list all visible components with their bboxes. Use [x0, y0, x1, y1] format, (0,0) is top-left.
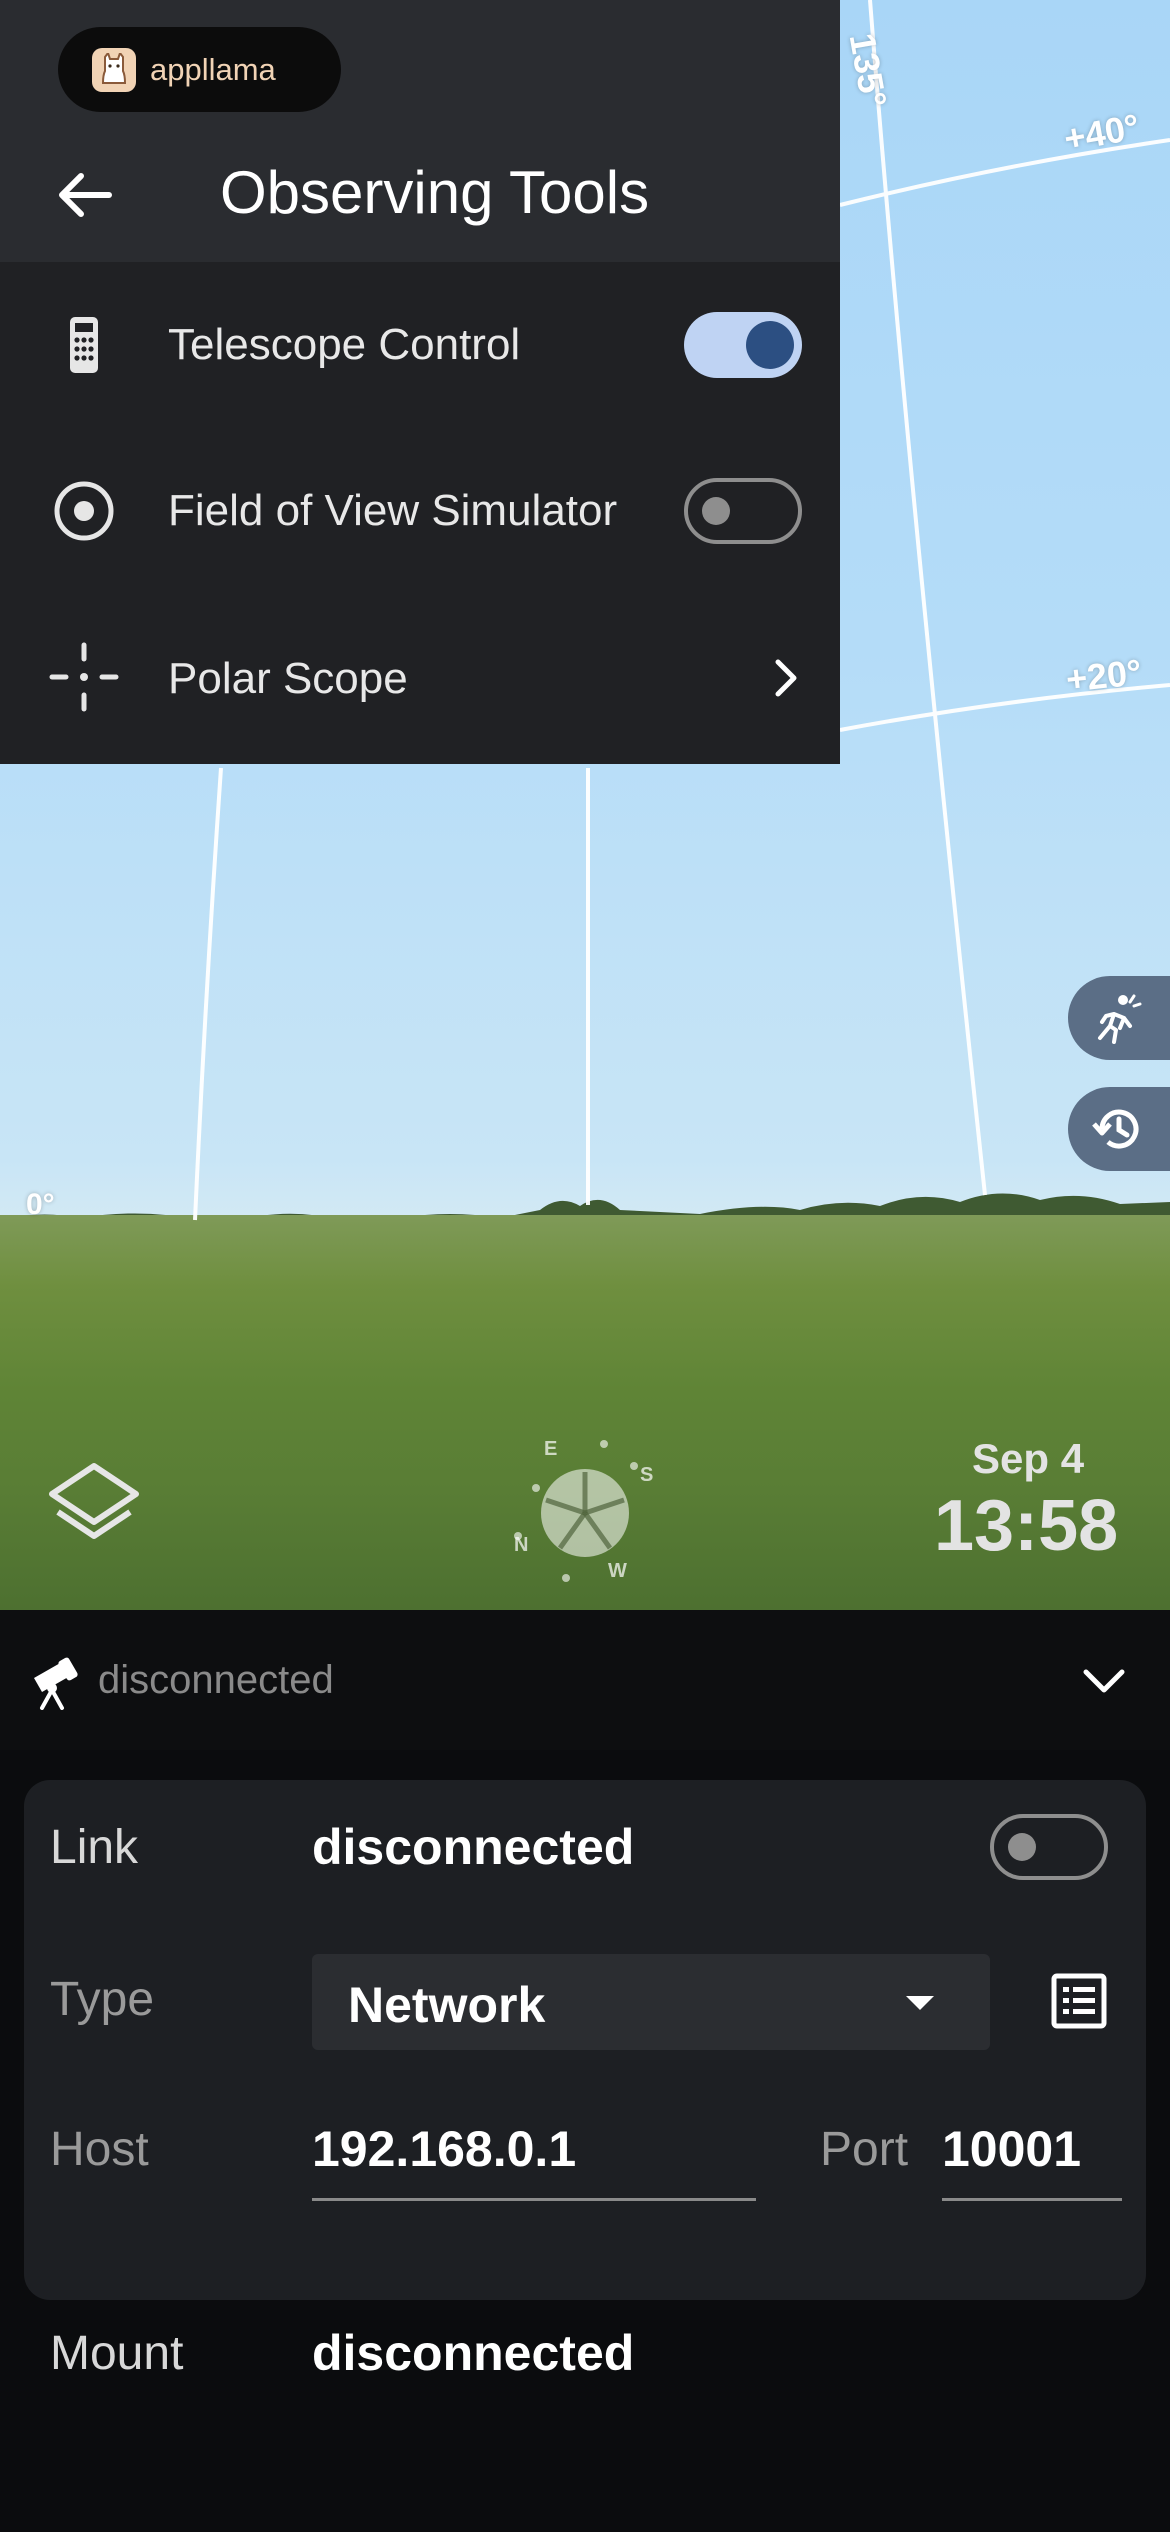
link-toggle[interactable] — [990, 1814, 1108, 1880]
type-label: Type — [50, 1973, 155, 2026]
arrow-left-icon — [59, 173, 112, 217]
history-icon — [1092, 1109, 1139, 1149]
compass-n: N — [514, 1534, 529, 1556]
connection-status: disconnected — [98, 1658, 334, 1702]
compass-icon — [514, 1440, 638, 1582]
telescope-control-toggle[interactable] — [684, 312, 802, 378]
host-value: 192.168.0.1 — [312, 2121, 577, 2177]
telescope-connection-panel: disconnected Link disconnected Type Netw… — [0, 1610, 1170, 2532]
list-icon[interactable] — [1050, 1972, 1108, 2030]
link-value: disconnected — [312, 1819, 635, 1875]
tool-item-fov-simulator[interactable]: Field of View Simulator — [0, 428, 840, 594]
tool-item-polar-scope[interactable]: Polar Scope — [0, 596, 840, 762]
compass[interactable]: N E S W — [500, 1428, 680, 1588]
host-label: Host — [50, 2123, 149, 2176]
host-field[interactable]: 192.168.0.1 — [312, 2100, 756, 2204]
crosshair-icon — [48, 641, 120, 713]
mount-label: Mount — [50, 2327, 184, 2380]
layers-button[interactable] — [44, 1458, 144, 1558]
observing-tools-panel: appllama Observing Tools Telescope Contr… — [0, 0, 840, 764]
running-figure-icon — [1098, 994, 1142, 1044]
link-label: Link — [50, 1821, 139, 1874]
chevron-down-icon[interactable] — [1082, 1666, 1126, 1696]
type-value: Network — [348, 1977, 546, 2033]
tool-item-label: Telescope Control — [168, 320, 521, 369]
brand-logo: appllama — [58, 27, 341, 112]
tool-item-telescope-control[interactable]: Telescope Control — [0, 262, 840, 428]
fov-simulator-toggle[interactable] — [684, 478, 802, 544]
page-title: Observing Tools — [220, 159, 650, 226]
history-button[interactable] — [1068, 1087, 1170, 1171]
tool-item-label: Field of View Simulator — [168, 486, 618, 535]
altitude-label-20: +20° — [1064, 651, 1144, 700]
type-select[interactable]: Network — [312, 1954, 990, 2050]
compass-s: S — [640, 1464, 654, 1486]
time-travel-button[interactable] — [1068, 976, 1170, 1060]
tool-item-label: Polar Scope — [168, 654, 408, 703]
brand-name: appllama — [150, 51, 276, 87]
llama-logo-icon — [92, 47, 136, 92]
connection-header[interactable]: disconnected — [0, 1610, 1170, 1750]
remote-control-icon — [48, 309, 120, 381]
back-button[interactable] — [50, 165, 120, 225]
target-icon — [48, 475, 120, 547]
port-label: Port — [820, 2123, 909, 2176]
layers-icon — [49, 1463, 139, 1539]
compass-e: E — [544, 1438, 558, 1460]
connection-settings-card: Link disconnected Type Network Host 192.… — [24, 1780, 1146, 2300]
port-field[interactable]: 10001 — [942, 2100, 1122, 2204]
horizon-label: 0° — [26, 1188, 55, 1221]
telescope-icon — [34, 1657, 78, 1710]
mount-value: disconnected — [312, 2325, 635, 2381]
panel-header: appllama Observing Tools — [0, 0, 840, 262]
port-value: 10001 — [942, 2121, 1082, 2177]
date-label[interactable]: Sep 4 — [972, 1435, 1084, 1483]
chevron-right-icon — [775, 659, 797, 697]
dropdown-arrow-icon — [906, 1996, 934, 2010]
compass-w: W — [608, 1560, 627, 1582]
time-label[interactable]: 13:58 — [934, 1485, 1118, 1567]
